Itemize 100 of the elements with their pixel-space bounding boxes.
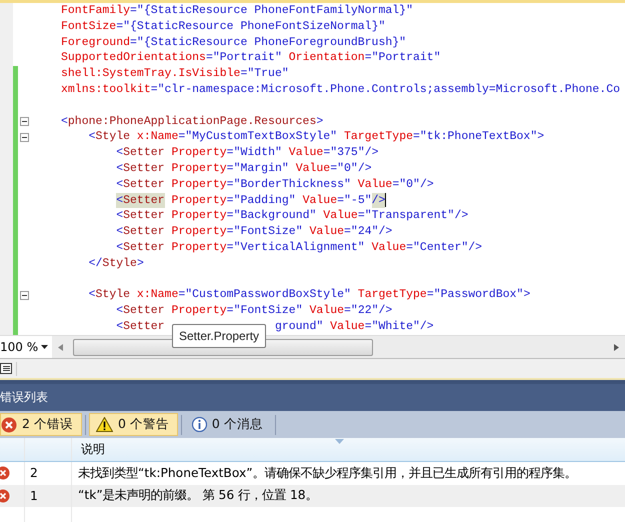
attribute-value: "Background" [234, 208, 316, 224]
attribute-value: "FontSize" [234, 224, 303, 240]
code-punctuation: = [406, 240, 414, 256]
element-name: Style [96, 129, 130, 146]
attribute-name: x:Name [136, 287, 178, 304]
code-punctuation: > [537, 129, 544, 146]
attribute-value: "BorderThickness" [234, 176, 351, 193]
attribute-value: "{StaticResource PhoneFontSizeNormal}" [123, 18, 386, 35]
zoom-dropdown[interactable]: 100 % [0, 336, 52, 358]
code-punctuation: > [316, 114, 324, 130]
code-punctuation: = [358, 208, 365, 224]
attribute-name: Value [308, 224, 344, 240]
attribute-value: "Width" [234, 145, 282, 161]
element-name: Setter [123, 303, 165, 319]
code-punctuation: = [226, 303, 234, 319]
code-punctuation: < [115, 303, 124, 319]
attribute-value: "{StaticResource PhoneFontFamilyNormal}" [136, 3, 413, 19]
code-punctuation: = [226, 160, 234, 177]
scroll-right-icon[interactable] [614, 344, 619, 350]
attribute-name: Value [356, 176, 392, 193]
column-header[interactable]: 说明 [78, 441, 108, 458]
attribute-value: "0" [399, 176, 420, 193]
attribute-name: Value [302, 192, 338, 208]
code-punctuation: < [115, 224, 124, 240]
collapse-icon[interactable] [20, 116, 29, 126]
code-punctuation: = [226, 176, 234, 193]
attribute-value: "Center" [413, 240, 468, 256]
element-name: Setter [123, 160, 165, 177]
attribute-value: "-5" [344, 192, 372, 208]
attribute-value: "clr-namespace:Microsoft.Phone.Controls;assembly=Microsoft.Phone.Co [158, 82, 620, 98]
code-punctuation: < [115, 160, 124, 177]
code-punctuation: = [392, 176, 400, 193]
code-punctuation: = [226, 224, 234, 240]
attribute-name: TargetType [356, 287, 427, 304]
info-icon [192, 417, 207, 432]
code-punctuation: /> [378, 224, 392, 240]
error-description: “tk”是未声明的前缀。 第 56 行，位置 18。 [78, 487, 318, 504]
attribute-value: "24" [350, 224, 379, 240]
code-punctuation: = [413, 129, 420, 146]
code-punctuation: = [323, 145, 330, 161]
attribute-value: "tk:PhoneTextBox" [420, 129, 538, 146]
code-punctuation: < [115, 240, 124, 256]
error-number: 1 [30, 488, 38, 503]
attribute-name: Property [170, 160, 227, 177]
element-name: Setter [123, 208, 165, 224]
code-punctuation: = [240, 66, 248, 82]
filter-button[interactable]: 0 个警告 [88, 413, 178, 436]
matched-bracket: /> [372, 192, 386, 208]
attribute-name: x:Name [136, 129, 178, 146]
attribute-name: Orientation [288, 50, 365, 66]
matched-element-name: Setter [123, 192, 165, 208]
error-icon [0, 488, 10, 503]
attribute-value: "Portrait" [372, 50, 441, 66]
attribute-name: Foreground [61, 34, 130, 50]
code-punctuation: < [115, 318, 124, 335]
document-icon[interactable] [0, 363, 12, 374]
attribute-name: xmlns:toolkit [61, 82, 151, 98]
code-punctuation: = [226, 240, 234, 256]
code-punctuation: = [330, 160, 338, 177]
attribute-name: FontSize [61, 18, 116, 35]
code-punctuation: < [115, 145, 124, 161]
attribute-value: "FontSize" [234, 303, 303, 319]
filter-button[interactable]: 0 个消息 [184, 413, 272, 436]
error-description: 未找到类型“tk:PhoneTextBox”。请确保不缺少程序集引用，并且已生成所有引用的程序集。 [78, 464, 577, 482]
attribute-name: shell:SystemTray.IsVisible [61, 66, 240, 82]
code-punctuation: /> [364, 145, 379, 161]
filter-button[interactable]: 2 个错误 [0, 413, 82, 436]
attribute-value: "Margin" [234, 160, 289, 177]
tooltip: Setter.Property [172, 324, 266, 348]
attribute-name: Value [288, 145, 324, 161]
code-punctuation: = [426, 287, 434, 304]
attribute-name: Property [170, 240, 227, 256]
attribute-name: Value [329, 318, 365, 335]
code-punctuation: = [206, 50, 213, 66]
collapse-icon[interactable] [20, 290, 29, 300]
attribute-value: "PasswordBox" [434, 287, 524, 304]
code-punctuation: = [130, 3, 137, 19]
code-punctuation: = [178, 287, 186, 304]
code-punctuation: > [523, 287, 530, 304]
code-punctuation: = [116, 18, 124, 35]
code-punctuation: /> [420, 176, 434, 193]
attribute-value: "White" [372, 318, 420, 335]
attribute-value: "VerticalAlignment" [234, 240, 365, 256]
attribute-value: ground" [274, 318, 324, 335]
code-punctuation: = [226, 192, 234, 208]
element-name: Setter [123, 145, 165, 161]
attribute-value: "Portrait" [212, 50, 282, 66]
code-punctuation: = [226, 145, 234, 161]
attribute-name: Property [170, 208, 227, 224]
attribute-name: FontFamily [61, 3, 130, 19]
attribute-value: "22" [350, 303, 379, 319]
element-name: Setter [123, 176, 165, 193]
code-punctuation: = [344, 303, 351, 319]
collapse-icon[interactable] [20, 132, 29, 142]
element-name: phone:PhoneApplicationPage.Resources [68, 114, 316, 130]
code-punctuation: /> [454, 208, 468, 224]
code-punctuation: /> [420, 318, 434, 335]
attribute-name: Value [294, 160, 330, 177]
attribute-value: "{StaticResource PhoneForegroundBrush}" [136, 34, 406, 50]
scroll-left-icon[interactable] [58, 344, 63, 350]
